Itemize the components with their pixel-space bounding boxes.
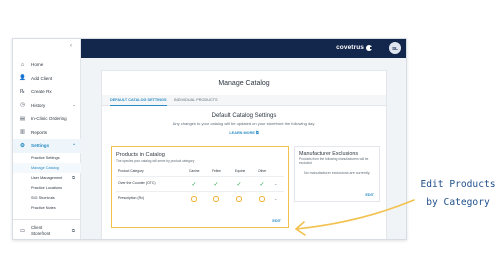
arrow-shaft bbox=[295, 199, 415, 230]
annotation-line: Edit Products bbox=[420, 179, 496, 190]
annotation-callout: Edit Products by Category bbox=[416, 176, 500, 212]
annotation-line: by Category bbox=[426, 197, 490, 208]
annotation-arrow bbox=[295, 199, 415, 236]
